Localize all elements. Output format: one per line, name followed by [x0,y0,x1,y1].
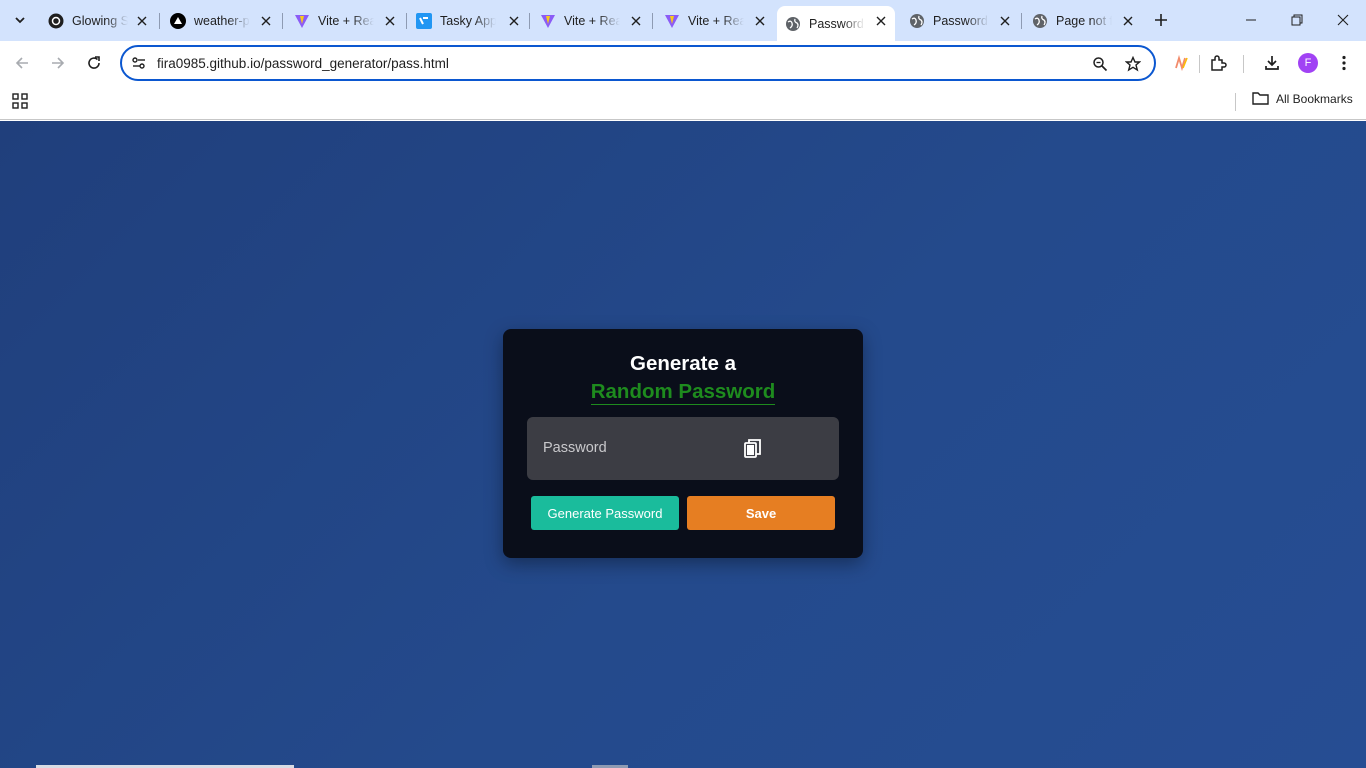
password-input[interactable] [543,437,733,459]
vite-icon [540,13,556,29]
close-tab-icon[interactable] [1120,13,1136,29]
vite-icon [294,13,310,29]
copy-icon[interactable] [741,437,765,461]
tab-title: Glowing Social [72,13,128,28]
tab-glowing-social[interactable]: Glowing Social [40,6,156,35]
all-bookmarks-label: All Bookmarks [1276,91,1353,106]
tab-page-not-found[interactable]: Page not found [1024,6,1142,35]
bookmark-star-icon[interactable] [1122,53,1144,75]
chevron-down-icon [15,17,25,24]
page-background: Generate a Random Password Generate Pass… [0,121,1366,768]
tab-title: weather-pwa [194,13,250,28]
close-tab-icon[interactable] [997,13,1013,29]
minimize-button[interactable] [1228,0,1274,40]
apps-grid-icon[interactable] [11,92,29,110]
folder-icon [1252,92,1269,105]
plus-icon [1155,14,1167,26]
vercel-icon [170,12,186,29]
globe-icon [785,16,801,32]
heading-line1: Generate a [630,352,736,375]
close-tab-icon[interactable] [382,13,398,29]
tab-title: Vite + React [318,13,374,28]
url-text[interactable]: fira0985.github.io/password_generator/pa… [157,56,449,71]
tab-title: Password Generator [933,13,989,28]
tab-title: Password Generator [809,16,865,31]
threads-icon [48,13,64,29]
tab-title: Vite + React [564,13,620,28]
globe-icon [1032,13,1048,29]
tab-tasky-app[interactable]: Tasky App [408,6,528,35]
close-tab-icon[interactable] [628,13,644,29]
site-settings-icon[interactable] [130,54,148,72]
minimize-icon [1246,19,1256,21]
heading-accent-text: Random Password [590,380,776,405]
bookmarks-bar: All Bookmarks [0,85,1366,120]
extensions-puzzle-icon[interactable] [1206,51,1230,75]
close-tab-icon[interactable] [134,13,150,29]
restore-icon [1291,14,1303,26]
close-tab-icon[interactable] [506,13,522,29]
tab-password-generator-active[interactable]: Password Generator [777,6,895,41]
generate-password-button[interactable]: Generate Password [531,496,679,530]
password-generator-card: Generate a Random Password Generate Pass… [503,329,863,558]
password-field-container [527,417,839,480]
tab-title: Vite + React [688,13,744,28]
profile-avatar[interactable]: F [1298,53,1318,73]
extension-n-icon[interactable] [1170,51,1194,75]
tab-vite-react-2[interactable]: Vite + React [532,6,650,35]
tab-password-generator-2[interactable]: Password Generator [901,6,1019,35]
download-icon[interactable] [1260,51,1284,75]
reload-icon [88,56,100,69]
tab-strip: Glowing Social weather-pwa Vite + React … [0,0,1366,41]
back-button[interactable] [8,49,36,77]
reload-button[interactable] [80,49,108,77]
kebab-menu-icon[interactable] [1332,51,1356,75]
restore-button[interactable] [1274,0,1320,40]
tab-title: Tasky App [440,13,496,28]
zoom-icon[interactable] [1089,53,1111,75]
arrow-left-icon [15,57,28,69]
tab-vite-react-3[interactable]: Vite + React [656,6,774,35]
tab-search-button[interactable] [8,8,32,32]
browser-toolbar: fira0985.github.io/password_generator/pa… [0,41,1366,85]
all-bookmarks-button[interactable]: All Bookmarks [1252,91,1353,106]
close-tab-icon[interactable] [873,13,889,29]
tasky-icon [416,12,432,29]
address-bar[interactable]: fira0985.github.io/password_generator/pa… [120,45,1156,81]
vite-icon [664,13,680,29]
close-tab-icon[interactable] [258,13,274,29]
arrow-right-icon [52,57,65,69]
close-icon [1337,14,1349,26]
tab-title: Page not found [1056,13,1112,28]
new-tab-button[interactable] [1149,8,1173,32]
tab-weather[interactable]: weather-pwa [162,6,280,35]
globe-icon [909,13,925,29]
close-window-button[interactable] [1320,0,1366,40]
save-button[interactable]: Save [687,496,835,530]
heading-line2: Random Password [503,380,863,405]
tab-vite-react-1[interactable]: Vite + React [286,6,404,35]
close-tab-icon[interactable] [752,13,768,29]
forward-button[interactable] [44,49,72,77]
